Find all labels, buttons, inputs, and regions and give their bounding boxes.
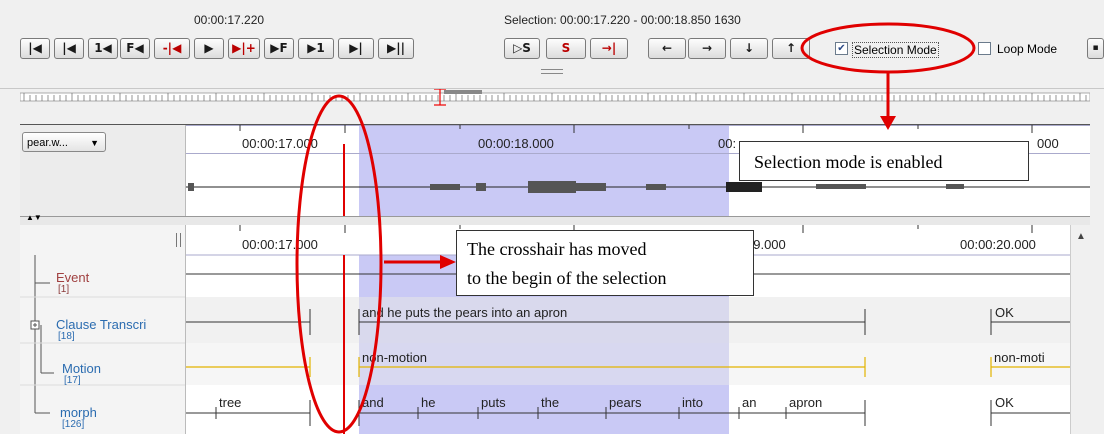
selection-mode-checkbox[interactable]: ✔ <box>835 42 848 55</box>
tier-name-motion[interactable]: Motion <box>62 361 101 376</box>
morph-annotation[interactable]: pears <box>609 395 642 410</box>
tier-name-clause[interactable]: Clause Transcri <box>56 317 146 332</box>
crosshair-waveform <box>343 144 345 216</box>
crosshair-callout-line1: The crosshair has moved <box>467 239 647 259</box>
tier-header-column: Event [1] Clause Transcri [18] Motion [1… <box>20 225 186 434</box>
play-pause-button[interactable]: ▶ <box>194 38 224 59</box>
clear-selection-button[interactable]: S <box>546 38 586 59</box>
morph-annotation[interactable]: an <box>742 395 756 410</box>
step-down-button[interactable]: ↓ <box>730 38 768 59</box>
selection-info: Selection: 00:00:17.220 - 00:00:18.850 1… <box>504 13 741 27</box>
tier-count-clause: [18] <box>58 331 75 342</box>
tier-name-morph[interactable]: morph <box>60 405 97 420</box>
previous-second-button[interactable]: 1◀ <box>88 38 118 59</box>
clause-annotation-ok[interactable]: OK <box>995 305 1014 320</box>
tier-count-motion: [17] <box>64 375 81 386</box>
tier-count-morph: [126] <box>62 419 85 430</box>
step-up-button[interactable]: ↑ <box>772 38 810 59</box>
tier-name-event[interactable]: Event <box>56 270 89 285</box>
next-frame-button[interactable]: ▶| <box>338 38 374 59</box>
go-to-begin-button[interactable]: |◀ <box>20 38 50 59</box>
go-to-end-button[interactable]: ▶|| <box>378 38 414 59</box>
previous-pixel-button[interactable]: F◀ <box>120 38 150 59</box>
wave-tick-1: 00:00:17.000 <box>242 136 318 151</box>
loop-mode-checkbox[interactable] <box>978 42 991 55</box>
morph-annotation[interactable]: the <box>541 395 559 410</box>
to-selection-begin-button[interactable]: →| <box>590 38 628 59</box>
vertical-scrollbar[interactable]: ▲ <box>1070 225 1091 434</box>
waveform-header: pear.w... ▼ <box>20 125 186 217</box>
motion-annotation-2[interactable]: non-moti <box>994 350 1045 365</box>
current-time: 00:00:17.220 <box>194 13 265 27</box>
play-around-button[interactable]: ▶|+ <box>228 38 260 59</box>
morph-annotation[interactable]: puts <box>481 395 506 410</box>
morph-annotation[interactable]: into <box>682 395 703 410</box>
step-left-button[interactable]: ← <box>648 38 686 59</box>
step-right-button[interactable]: → <box>688 38 726 59</box>
previous-frame-button[interactable]: |◀ <box>54 38 84 59</box>
chevron-down-icon: ▼ <box>90 138 99 148</box>
wave-tick-3: 00: <box>718 136 737 151</box>
morph-annotation[interactable]: apron <box>789 395 822 410</box>
file-selector-dropdown[interactable]: pear.w... ▼ <box>22 132 106 152</box>
scroll-up-icon[interactable]: ▲ <box>1076 231 1086 242</box>
morph-annotation[interactable]: and <box>362 395 384 410</box>
morph-annotation[interactable]: OK <box>995 395 1014 410</box>
loop-mode-label: Loop Mode <box>997 42 1058 56</box>
file-selector-value: pear.w... <box>27 137 68 149</box>
time-tick-3: 00:00:20.000 <box>960 237 1036 252</box>
morph-annotation[interactable]: he <box>421 395 435 410</box>
next-second-button[interactable]: ▶1 <box>298 38 334 59</box>
crosshair-callout-line2: to the begin of the selection <box>467 268 667 288</box>
selection-mode-label: Selection Mode <box>852 42 939 58</box>
wave-tick-4: 000 <box>1037 136 1059 151</box>
motion-annotation[interactable]: non-motion <box>362 350 427 365</box>
media-toolbar: 00:00:17.220 Selection: 00:00:17.220 - 0… <box>0 0 1104 89</box>
overflow-button[interactable]: ▪ <box>1087 38 1104 59</box>
time-tick-1: 00:00:17.000 <box>242 237 318 252</box>
overview-ruler-graphic <box>20 89 1090 106</box>
clause-annotation[interactable]: and he puts the pears into an apron <box>362 305 567 320</box>
crosshair-callout: The crosshair has moved to the begin of … <box>456 230 754 296</box>
crosshair-timeline <box>343 255 345 434</box>
tier-count-event: [1] <box>58 284 70 295</box>
splitter-grip-icon[interactable] <box>541 69 563 74</box>
splitter-arrows-icon: ▲▼ <box>26 213 42 222</box>
next-pixel-button[interactable]: ▶F <box>264 38 294 59</box>
previous-scrollview-button[interactable]: -|◀ <box>154 38 190 59</box>
wave-tick-2: 00:00:18.000 <box>478 136 554 151</box>
morph-annotation[interactable]: tree <box>219 395 241 410</box>
overview-ruler[interactable] <box>20 89 1090 106</box>
selection-mode-callout: Selection mode is enabled <box>739 141 1029 181</box>
play-selection-button[interactable]: ▷S <box>504 38 540 59</box>
